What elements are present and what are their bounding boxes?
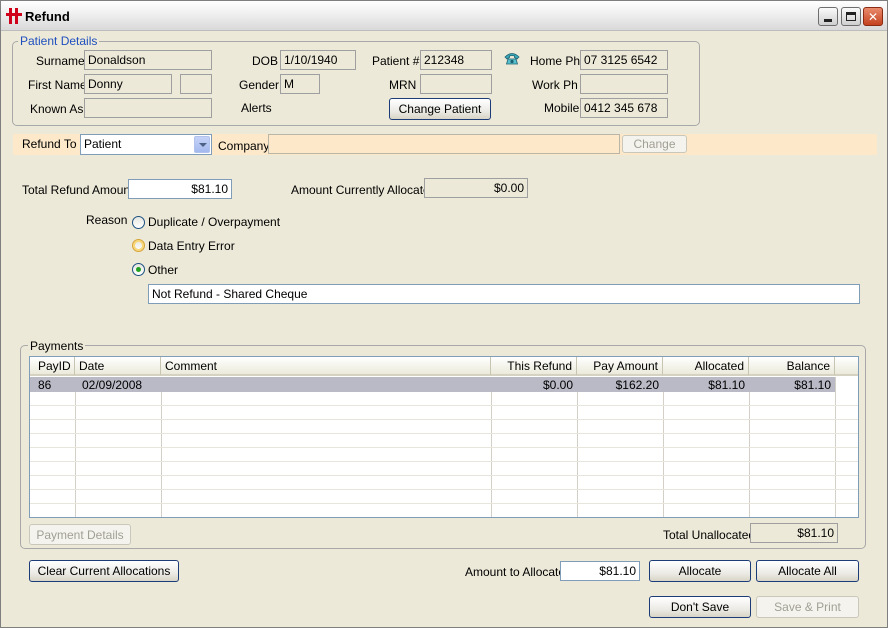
maximize-button[interactable] <box>841 7 861 26</box>
cell-comment <box>161 377 491 379</box>
save-print-button[interactable]: Save & Print <box>756 596 859 618</box>
minimize-icon <box>824 19 832 22</box>
initial-field[interactable] <box>180 74 212 94</box>
amount-to-allocate-label: Amount to Allocate <box>465 565 566 579</box>
total-unallocated-label: Total Unallocated <box>663 528 756 542</box>
payments-table[interactable]: PayID Date Comment This Refund Pay Amoun… <box>29 356 859 518</box>
close-icon: ✕ <box>867 9 879 24</box>
refund-to-label: Refund To <box>22 137 77 151</box>
dob-field[interactable]: 1/10/1940 <box>280 50 356 70</box>
change-company-button[interactable]: Change <box>622 135 687 153</box>
table-row[interactable]: 86 02/09/2008 $0.00 $162.20 $81.10 $81.1… <box>30 377 835 392</box>
homeph-field[interactable]: 07 3125 6542 <box>580 50 668 70</box>
mrn-field[interactable] <box>420 74 492 94</box>
grid-row-line <box>30 489 858 490</box>
dob-label: DOB <box>252 54 279 68</box>
amount-allocated-label: Amount Currently Allocated <box>291 183 437 197</box>
mobile-field[interactable]: 0412 345 678 <box>580 98 668 118</box>
amount-to-allocate-field[interactable]: $81.10 <box>560 561 640 581</box>
total-refund-field[interactable]: $81.10 <box>128 179 232 199</box>
refund-to-value: Patient <box>84 137 122 151</box>
surname-label: Surname <box>36 54 85 68</box>
grid-row-line <box>30 405 858 406</box>
dont-save-button[interactable]: Don't Save <box>649 596 751 618</box>
surname-field[interactable]: Donaldson <box>84 50 212 70</box>
minimize-button[interactable] <box>818 7 838 26</box>
gender-label: Gender <box>239 78 280 92</box>
grid-row-line <box>30 433 858 434</box>
close-button[interactable]: ✕ <box>863 7 883 26</box>
patient-details-legend: Patient Details <box>18 34 100 48</box>
patientno-label: Patient # <box>372 54 420 68</box>
col-header-this-refund[interactable]: This Refund <box>491 357 577 376</box>
clear-allocations-button[interactable]: Clear Current Allocations <box>29 560 179 582</box>
knownas-label: Known As <box>30 102 84 116</box>
cell-balance: $81.10 <box>794 378 831 392</box>
title-bar[interactable]: Refund ✕ <box>1 1 887 31</box>
col-header-balance[interactable]: Balance <box>749 357 835 376</box>
company-label: Company <box>218 139 270 153</box>
radio-selected-dot <box>136 267 141 272</box>
amount-allocated-field: $0.00 <box>424 178 528 198</box>
grid-row-line <box>30 419 858 420</box>
allocate-all-button[interactable]: Allocate All <box>756 560 859 582</box>
workph-field[interactable] <box>580 74 668 94</box>
cell-date: 02/09/2008 <box>82 378 143 392</box>
firstname-label: First Name <box>28 78 87 92</box>
col-header-comment[interactable]: Comment <box>161 357 491 376</box>
maximize-icon <box>846 12 856 21</box>
reason-label: Reason <box>86 213 128 227</box>
col-header-date[interactable]: Date <box>75 357 161 376</box>
col-header-spacer <box>835 357 858 376</box>
knownas-field[interactable] <box>84 98 212 118</box>
reason-duplicate-radio[interactable] <box>132 216 145 229</box>
total-refund-label: Total Refund Amount <box>22 183 134 197</box>
mrn-label: MRN <box>389 78 417 92</box>
total-unallocated-field: $81.10 <box>750 523 838 543</box>
gender-field[interactable]: M <box>280 74 320 94</box>
col-header-allocated[interactable]: Allocated <box>663 357 749 376</box>
app-cross-icon <box>6 8 22 24</box>
company-field[interactable] <box>268 134 620 154</box>
window-title: Refund <box>25 9 70 24</box>
reason-other-label[interactable]: Other <box>148 263 178 277</box>
reason-other-radio[interactable] <box>132 263 145 276</box>
grid-row-line <box>30 461 858 462</box>
telephone-icon[interactable] <box>503 52 521 66</box>
refund-window: Refund ✕ Patient Details Surname Donalds… <box>0 0 888 628</box>
col-header-payid[interactable]: PayID <box>30 357 75 376</box>
reason-other-input[interactable]: Not Refund - Shared Cheque <box>148 284 860 304</box>
homeph-label: Home Ph <box>530 54 581 68</box>
cell-payid: 86 <box>38 378 52 392</box>
refund-to-select[interactable]: Patient <box>80 134 212 155</box>
grid-row-line <box>30 503 858 504</box>
alerts-label: Alerts <box>241 101 272 115</box>
cell-this-refund: $0.00 <box>542 378 573 392</box>
chevron-down-icon[interactable] <box>194 136 210 153</box>
reason-data-entry-label[interactable]: Data Entry Error <box>148 239 235 253</box>
workph-label: Work Ph <box>532 78 578 92</box>
payments-legend: Payments <box>28 339 86 353</box>
mobile-label: Mobile <box>544 101 580 115</box>
reason-data-entry-radio[interactable] <box>132 239 145 252</box>
grid-row-line <box>30 475 858 476</box>
patientno-field[interactable]: 212348 <box>420 50 492 70</box>
firstname-field[interactable]: Donny <box>84 74 172 94</box>
grid-row-line <box>30 447 858 448</box>
cell-allocated: $81.10 <box>708 378 745 392</box>
allocate-button[interactable]: Allocate <box>649 560 751 582</box>
change-patient-button[interactable]: Change Patient <box>389 98 491 120</box>
reason-duplicate-label[interactable]: Duplicate / Overpayment <box>148 215 280 229</box>
cell-pay-amount: $162.20 <box>615 378 659 392</box>
payment-details-button[interactable]: Payment Details <box>29 524 131 545</box>
col-header-pay-amount[interactable]: Pay Amount <box>577 357 663 376</box>
